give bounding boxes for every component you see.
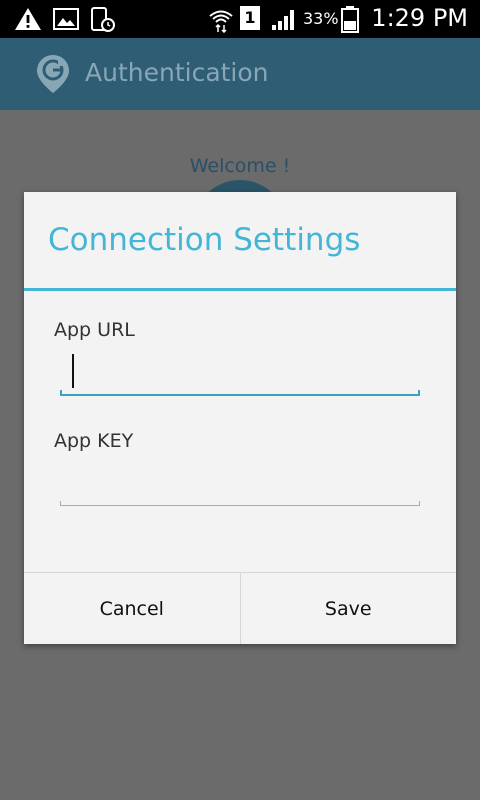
welcome-text: Welcome ! — [189, 155, 291, 177]
wifi-transfer-icon — [209, 10, 233, 33]
dialog-title: Connection Settings — [48, 222, 361, 258]
app-key-input[interactable] — [60, 464, 420, 504]
app-url-input[interactable] — [60, 352, 420, 392]
dialog-button-bar: Cancel Save — [24, 572, 456, 644]
app-key-label: App KEY — [54, 430, 134, 452]
image-icon — [53, 8, 79, 30]
app-url-underline — [60, 390, 420, 396]
battery-percent: 33% — [303, 9, 339, 28]
status-bar: 1 33% 1:29 PM — [0, 0, 480, 38]
connection-settings-dialog: Connection Settings App URL App KEY Canc… — [24, 192, 456, 644]
action-bar: Authentication — [0, 38, 480, 110]
app-url-label: App URL — [54, 319, 135, 341]
app-logo-icon — [37, 55, 69, 93]
sim-icon: 1 — [240, 6, 260, 30]
page-title: Authentication — [85, 58, 269, 87]
app-key-underline — [60, 501, 420, 506]
dialog-divider — [24, 288, 456, 291]
clock: 1:29 PM — [371, 4, 468, 32]
save-button[interactable]: Save — [239, 573, 457, 644]
phone-clock-icon — [91, 7, 115, 32]
battery-icon — [341, 6, 359, 33]
cancel-button[interactable]: Cancel — [24, 573, 240, 644]
warning-icon — [15, 8, 41, 30]
text-cursor — [72, 354, 74, 388]
signal-icon — [272, 10, 294, 30]
